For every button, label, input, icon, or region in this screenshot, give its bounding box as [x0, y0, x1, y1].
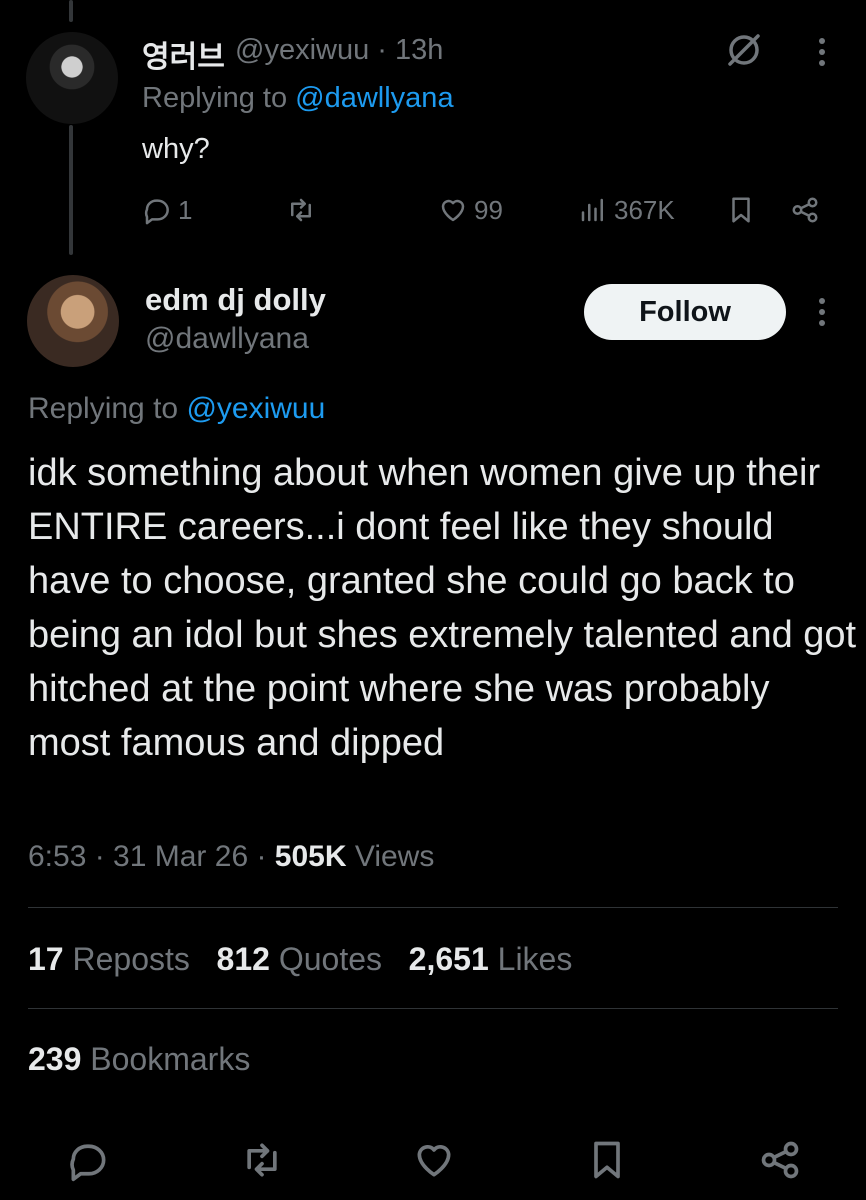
replying-prefix: Replying to: [142, 82, 288, 114]
reply-replying-to: Replying to @dawllyana: [142, 82, 454, 115]
main-display-name[interactable]: edm dj dolly: [145, 282, 326, 318]
bookmarks-label: Bookmarks: [90, 1041, 251, 1077]
replying-handle-link[interactable]: @yexiwuu: [186, 392, 325, 425]
reply-text: why?: [142, 133, 210, 165]
likes-stat[interactable]: 2,651 Likes: [409, 941, 573, 977]
repost-button[interactable]: [286, 190, 316, 230]
engagement-stats: 17 Reposts 812 Quotes 2,651 Likes: [28, 941, 572, 978]
bookmarks-stat[interactable]: 239 Bookmarks: [28, 1041, 250, 1078]
more-icon[interactable]: [810, 293, 834, 331]
bookmarks-count: 239: [28, 1041, 82, 1077]
like-button[interactable]: 99: [438, 190, 503, 230]
repost-button[interactable]: [240, 1138, 284, 1187]
like-count: 99: [474, 194, 503, 225]
bookmark-button[interactable]: [726, 190, 756, 230]
like-button[interactable]: [412, 1138, 456, 1187]
reply-display-name[interactable]: 영러브: [142, 32, 225, 76]
main-handle[interactable]: @dawllyana: [145, 322, 309, 356]
reply-icon: [70, 1144, 106, 1182]
share-icon: [761, 1141, 799, 1179]
views-label: Views: [346, 840, 435, 873]
share-button[interactable]: [758, 1138, 802, 1187]
thread-line-top: [69, 0, 73, 22]
likes-label: Likes: [497, 941, 573, 977]
tweet-time-date[interactable]: 6:53 · 31 Mar 26 ·: [28, 840, 275, 873]
more-icon[interactable]: [810, 33, 834, 71]
reposts-label: Reposts: [72, 941, 190, 977]
quotes-count: 812: [216, 941, 270, 977]
grok-icon[interactable]: [724, 30, 764, 70]
bookmark-button[interactable]: [585, 1138, 629, 1187]
reply-button[interactable]: [66, 1138, 110, 1187]
quotes-stat[interactable]: 812 Quotes: [217, 941, 382, 977]
share-icon: [792, 197, 818, 223]
follow-button[interactable]: Follow: [584, 284, 786, 340]
replying-prefix: Replying to: [28, 392, 179, 425]
main-replying-to: Replying to @yexiwuu: [28, 392, 325, 426]
repost-icon: [247, 1143, 277, 1177]
bookmark-icon: [594, 1141, 620, 1179]
reply-handle-time[interactable]: @yexiwuu · 13h: [235, 34, 443, 67]
likes-count: 2,651: [408, 941, 489, 977]
bookmark-icon: [732, 197, 750, 223]
reposts-count: 17: [28, 941, 64, 977]
reply-button[interactable]: 1: [142, 190, 192, 230]
divider: [28, 907, 838, 908]
reply-icon: [144, 199, 169, 225]
views-icon: [581, 198, 603, 222]
thread-line: [69, 125, 73, 255]
replying-handle-link[interactable]: @dawllyana: [295, 82, 453, 114]
reply-count: 1: [178, 194, 193, 225]
main-tweet-text: idk something about when women give up t…: [28, 452, 857, 764]
avatar-yexiwuu[interactable]: [26, 32, 118, 124]
avatar-dawllyana[interactable]: [27, 275, 119, 367]
heart-icon: [441, 199, 465, 222]
tweet-meta: 6:53 · 31 Mar 26 · 505K Views: [28, 840, 434, 874]
views-button[interactable]: 367K: [578, 190, 675, 230]
reposts-stat[interactable]: 17 Reposts: [28, 941, 190, 977]
repost-icon: [291, 198, 311, 222]
share-button[interactable]: [790, 190, 820, 230]
divider: [28, 1008, 838, 1009]
heart-icon: [417, 1145, 451, 1177]
quotes-label: Quotes: [278, 941, 382, 977]
views-count: 367K: [614, 194, 675, 225]
views-count: 505K: [274, 840, 347, 873]
